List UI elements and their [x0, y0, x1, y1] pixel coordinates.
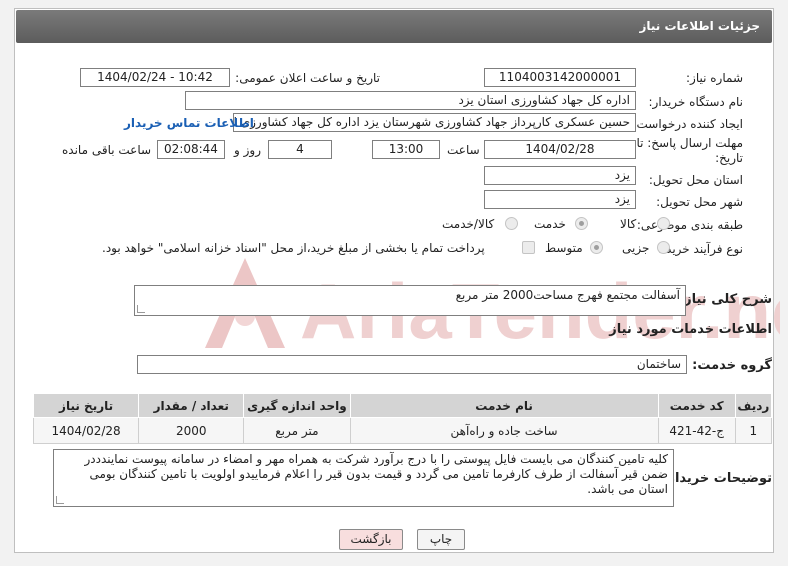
- category-label: طبقه بندی موضوعی:: [636, 218, 743, 232]
- remaining-time-label: ساعت باقی مانده: [62, 143, 152, 157]
- process-option-medium: متوسط: [545, 241, 583, 255]
- cell-unit: متر مربع: [243, 417, 351, 444]
- service-group-field: ساختمان: [137, 355, 687, 374]
- cell-service-code: ج-42-421: [657, 417, 736, 444]
- process-option-minor: جزیی: [622, 241, 650, 255]
- table-header-row: ردیف کد خدمت نام خدمت واحد اندازه گیری ت…: [32, 393, 773, 418]
- province-field: یزد: [484, 166, 636, 185]
- service-group-label: گروه خدمت:: [692, 358, 772, 373]
- buyer-notes-textarea[interactable]: کلیه تامین کنندگان می بایست فایل پیوستی …: [53, 449, 674, 507]
- category-radio-service[interactable]: [575, 217, 588, 230]
- col-unit: واحد اندازه گیری: [243, 393, 351, 418]
- category-radio-goods-service[interactable]: [505, 217, 518, 230]
- treasury-payment-checkbox[interactable]: [522, 241, 535, 254]
- cell-row-number: 1: [734, 417, 773, 444]
- buyer-notes-label: توضیحات خریدار:: [662, 471, 772, 486]
- buyer-contact-link[interactable]: اطلاعات تماس خریدار: [124, 116, 254, 130]
- deadline-time-label: ساعت: [447, 143, 480, 157]
- announce-date-field: 1404/02/24 - 10:42: [80, 68, 230, 87]
- need-number-field: 1104003142000001: [484, 68, 636, 87]
- back-button[interactable]: بازگشت: [339, 529, 403, 550]
- announce-label: تاریخ و ساعت اعلان عمومی:: [235, 71, 380, 85]
- deadline-label: مهلت ارسال پاسخ: تا: [636, 136, 743, 150]
- days-label: روز و: [234, 143, 261, 157]
- summary-text: آسفالت مجتمع فهرج مساحت2000 متر مربع: [455, 288, 680, 302]
- summary-textarea[interactable]: آسفالت مجتمع فهرج مساحت2000 متر مربع: [134, 285, 686, 316]
- process-radio-minor[interactable]: [657, 241, 670, 254]
- resize-grip-icon: [56, 496, 64, 504]
- buyer-notes-text: کلیه تامین کنندگان می بایست فایل پیوستی …: [84, 452, 668, 496]
- process-radio-medium[interactable]: [590, 241, 603, 254]
- services-table: ردیف کد خدمت نام خدمت واحد اندازه گیری ت…: [32, 393, 773, 444]
- deadline-date-field: 1404/02/28: [484, 140, 636, 159]
- print-button[interactable]: چاپ: [417, 529, 465, 550]
- process-label: نوع فرآیند خرید :: [658, 242, 743, 256]
- city-label: شهر محل تحویل:: [656, 195, 743, 209]
- table-row: 1 ج-42-421 ساخت جاده و راه‌آهن متر مربع …: [32, 417, 773, 444]
- buyer-org-field: اداره کل جهاد کشاورزی استان یزد: [185, 91, 636, 110]
- need-number-label: شماره نیاز:: [686, 71, 743, 85]
- buyer-org-label: نام دستگاه خریدار:: [648, 95, 744, 109]
- category-radio-goods[interactable]: [657, 217, 670, 230]
- creator-field: حسین عسکری کارپرداز جهاد کشاورزی شهرستان…: [233, 113, 636, 132]
- page-header: جزئیات اطلاعات نیاز: [16, 10, 772, 43]
- category-option-goods: کالا: [620, 217, 637, 231]
- deadline-label-date: تاریخ:: [715, 151, 743, 165]
- col-need-date: تاریخ نیاز: [32, 393, 140, 418]
- summary-label: شرح کلی نیاز:: [678, 292, 772, 307]
- city-field: یزد: [484, 190, 636, 209]
- treasury-payment-note: پرداخت تمام یا بخشی از مبلغ خرید،از محل …: [102, 241, 485, 255]
- resize-grip-icon: [137, 305, 145, 313]
- cell-quantity: 2000: [138, 417, 245, 444]
- services-section-title: اطلاعات خدمات مورد نیاز: [609, 322, 772, 337]
- creator-label: ایجاد کننده درخواست:: [632, 117, 743, 131]
- page-title: جزئیات اطلاعات نیاز: [639, 19, 760, 33]
- col-service-name: نام خدمت: [349, 393, 659, 418]
- col-service-code: کد خدمت: [657, 393, 736, 418]
- deadline-time-field: 13:00: [372, 140, 440, 159]
- category-option-goods-service: کالا/خدمت: [442, 217, 495, 231]
- days-remaining-field: 4: [268, 140, 332, 159]
- cell-service-name: ساخت جاده و راه‌آهن: [349, 417, 659, 444]
- col-quantity: تعداد / مقدار: [138, 393, 245, 418]
- remaining-time-field: 02:08:44: [157, 140, 225, 159]
- province-label: استان محل تحویل:: [648, 173, 743, 187]
- col-row-number: ردیف: [734, 393, 773, 418]
- cell-need-date: 1404/02/28: [32, 417, 140, 444]
- category-option-service: خدمت: [534, 217, 566, 231]
